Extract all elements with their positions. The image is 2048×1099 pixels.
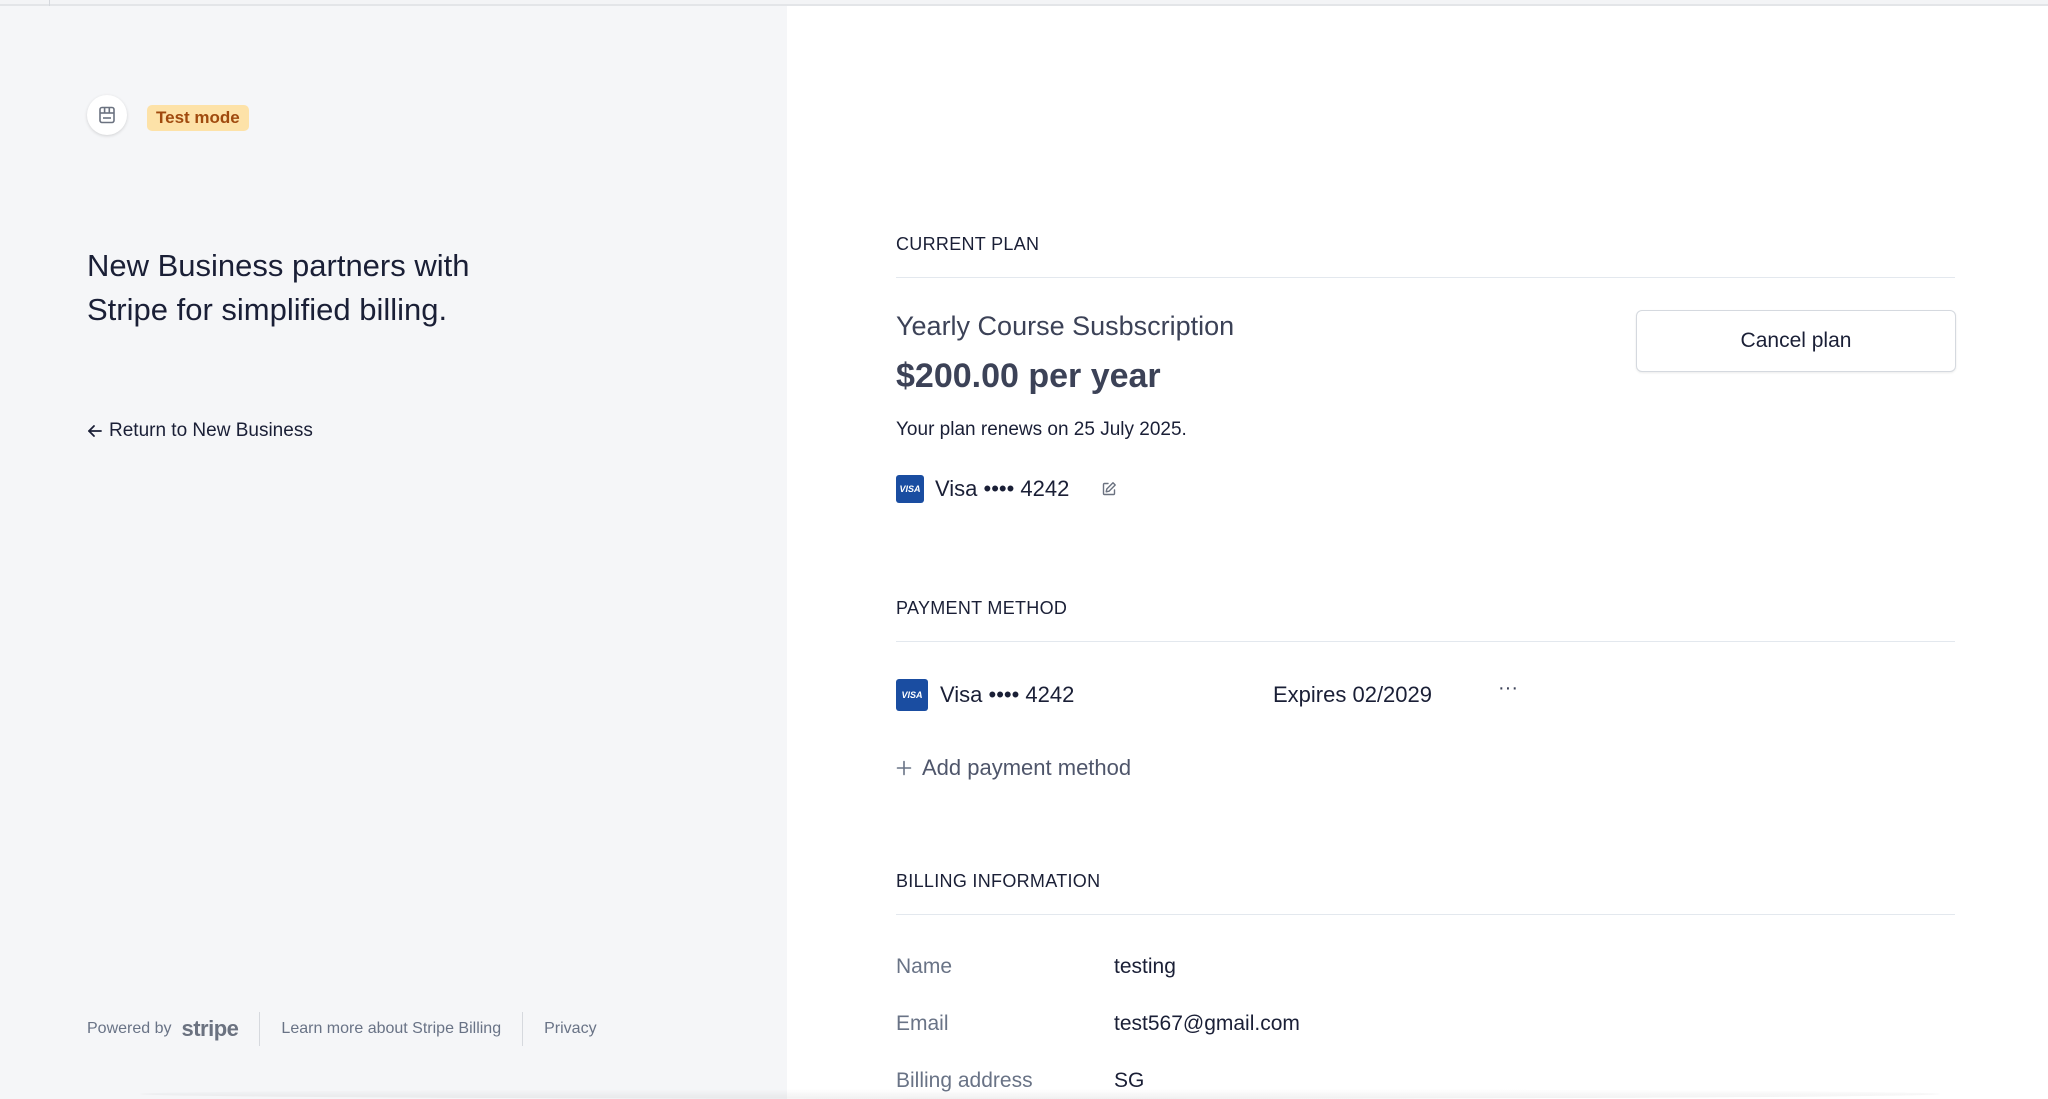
- business-logo: [87, 95, 127, 135]
- more-options-icon[interactable]: ···: [1498, 677, 1518, 700]
- footer: Powered by stripe Learn more about Strip…: [87, 1012, 597, 1046]
- left-panel: Test mode New Business partners with Str…: [0, 6, 787, 1099]
- renewal-text: Your plan renews on 25 July 2025.: [896, 419, 1187, 440]
- footer-divider: [522, 1012, 524, 1046]
- learn-more-link[interactable]: Learn more about Stripe Billing: [281, 1020, 501, 1038]
- current-plan-title: CURRENT PLAN: [896, 234, 1040, 254]
- visa-icon: VISA: [896, 679, 928, 711]
- payment-card-label: Visa •••• 4242: [940, 682, 1075, 707]
- billing-info-title: BILLING INFORMATION: [896, 871, 1101, 891]
- powered-by-stripe-link[interactable]: Powered by stripe: [87, 1016, 239, 1042]
- return-link-label: Return to New Business: [109, 420, 313, 441]
- test-mode-badge: Test mode: [147, 105, 249, 131]
- plan-name: Yearly Course Susbscription: [896, 311, 1235, 341]
- return-link[interactable]: Return to New Business: [87, 420, 313, 442]
- divider: [896, 641, 1955, 642]
- add-payment-method-label: Add payment method: [922, 755, 1132, 780]
- billing-email-key: Email: [896, 1012, 949, 1035]
- plus-icon: [896, 760, 912, 776]
- divider: [896, 277, 1955, 278]
- plan-price: $200.00 per year: [896, 357, 1161, 395]
- stripe-logo: stripe: [181, 1016, 239, 1041]
- billing-name-value: testing: [1114, 955, 1176, 978]
- arrow-left-icon: [88, 425, 102, 437]
- payment-method-row: VISA Visa •••• 4242 Expires 02/2029 ···: [896, 677, 1536, 713]
- payment-method-title: PAYMENT METHOD: [896, 598, 1068, 618]
- billing-email-value: test567@gmail.com: [1114, 1012, 1300, 1035]
- window-bottom-shadow: [140, 1089, 1940, 1099]
- store-icon: [99, 106, 115, 124]
- powered-by-label: Powered by: [87, 1020, 172, 1037]
- add-payment-method-link[interactable]: Add payment method: [896, 755, 1131, 781]
- divider: [896, 914, 1955, 915]
- privacy-link[interactable]: Privacy: [544, 1020, 596, 1038]
- footer-divider: [259, 1012, 261, 1046]
- visa-icon: VISA: [896, 475, 924, 503]
- page-headline: New Business partners with Stripe for si…: [87, 248, 470, 327]
- billing-name-key: Name: [896, 955, 953, 978]
- plan-card-label: Visa •••• 4242: [935, 476, 1070, 501]
- cancel-plan-button[interactable]: Cancel plan: [1636, 310, 1956, 372]
- card-expiry: Expires 02/2029: [1273, 682, 1432, 707]
- right-panel: CURRENT PLAN Yearly Course Susbscription…: [787, 6, 2048, 1099]
- edit-icon[interactable]: [1101, 481, 1117, 497]
- plan-card: VISA Visa •••• 4242: [896, 475, 1117, 503]
